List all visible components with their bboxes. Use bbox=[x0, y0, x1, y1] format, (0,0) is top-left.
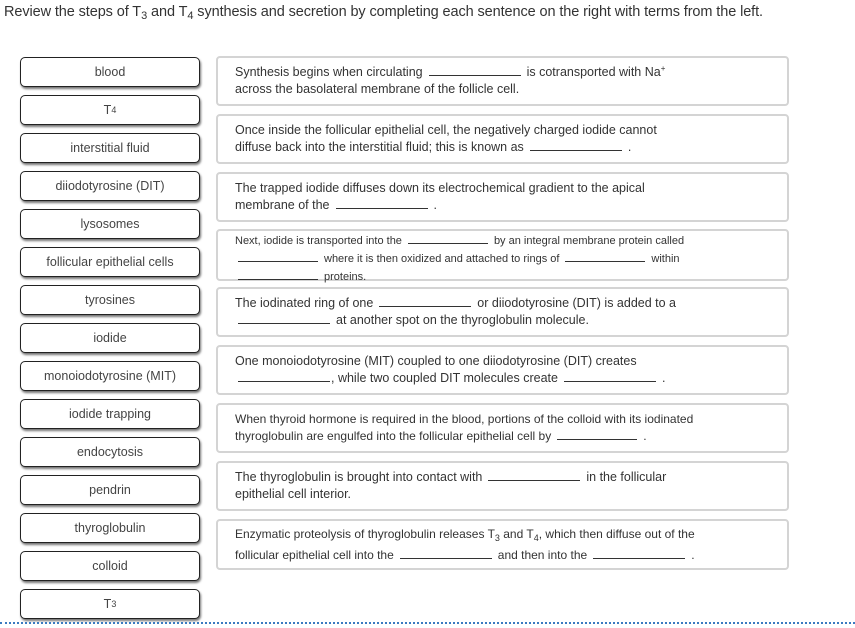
drop-blank[interactable] bbox=[593, 547, 686, 559]
statement-text: Once inside the follicular epithelial ce… bbox=[235, 123, 657, 137]
term-label: T bbox=[103, 103, 112, 117]
term-subscript: 3 bbox=[111, 599, 117, 609]
statement-text: The thyroglobulin is brought into contac… bbox=[235, 470, 483, 484]
statement-8: The thyroglobulin is brought into contac… bbox=[216, 461, 789, 511]
statement-text: membrane of the bbox=[235, 198, 330, 212]
section-divider bbox=[0, 622, 855, 624]
statement-text: Synthesis begins when circulating bbox=[235, 65, 423, 79]
statement-text: and then into the bbox=[497, 547, 588, 562]
statement-text: epithelial cell interior. bbox=[235, 487, 352, 501]
term-label: diiodotyrosine (DIT) bbox=[55, 179, 165, 193]
drop-blank[interactable] bbox=[428, 64, 521, 76]
term-label: interstitial fluid bbox=[70, 141, 150, 155]
statement-text: Next, iodide is transported into the bbox=[235, 235, 402, 247]
term-endocytosis[interactable]: endocytosis bbox=[20, 437, 200, 467]
statement-text: Enzymatic proteolysis of thyroglobulin r… bbox=[235, 526, 495, 541]
drop-blank[interactable] bbox=[557, 428, 638, 440]
term-label: colloid bbox=[92, 559, 128, 573]
statement-text: diffuse back into the interstitial fluid… bbox=[235, 140, 524, 154]
drop-blank[interactable] bbox=[565, 250, 646, 262]
term-label: thyroglobulin bbox=[74, 521, 146, 535]
term-pendrin[interactable]: pendrin bbox=[20, 475, 200, 505]
drop-blank[interactable] bbox=[488, 469, 581, 481]
term-label: lysosomes bbox=[80, 217, 140, 231]
drop-blank[interactable] bbox=[238, 312, 330, 324]
statement-text: One monoiodotyrosine (MIT) coupled to on… bbox=[235, 354, 637, 368]
drop-blank[interactable] bbox=[529, 139, 622, 151]
statement-1: Synthesis begins when circulating is cotr… bbox=[216, 56, 789, 106]
term-lysosomes[interactable]: lysosomes bbox=[20, 209, 200, 239]
term-colloid[interactable]: colloid bbox=[20, 551, 200, 581]
term-diiodotyrosine[interactable]: diiodotyrosine (DIT) bbox=[20, 171, 200, 201]
statement-4: Next, iodide is transported into the by a… bbox=[216, 229, 789, 283]
term-t4[interactable]: T4 bbox=[20, 95, 200, 125]
drop-blank[interactable] bbox=[238, 268, 318, 280]
term-iodide-trapping[interactable]: iodide trapping bbox=[20, 399, 200, 429]
statement-text: by an integral membrane protein called bbox=[493, 235, 685, 247]
statement-9: Enzymatic proteolysis of thyroglobulin r… bbox=[216, 519, 789, 570]
term-interstitial-fluid[interactable]: interstitial fluid bbox=[20, 133, 200, 163]
term-monoiodotyrosine[interactable]: monoiodotyrosine (MIT) bbox=[20, 361, 200, 391]
drop-blank[interactable] bbox=[407, 232, 488, 244]
statement-text: . bbox=[691, 547, 695, 562]
statement-text: , while two coupled DIT molecules create bbox=[331, 371, 558, 385]
term-follicular-epithelial-cells[interactable]: follicular epithelial cells bbox=[20, 247, 200, 277]
term-label: blood bbox=[94, 65, 126, 79]
statement-2: Once inside the follicular epithelial ce… bbox=[216, 114, 789, 164]
statement-text: in the follicular bbox=[586, 470, 667, 484]
term-label: iodide trapping bbox=[68, 407, 151, 421]
term-tyrosines[interactable]: tyrosines bbox=[20, 285, 200, 315]
statement-7: When thyroid hormone is required in the … bbox=[216, 403, 789, 453]
statement-text: where it is then oxidized and attached t… bbox=[324, 253, 560, 265]
statement-3: The trapped iodide diffuses down its ele… bbox=[216, 172, 789, 222]
term-iodide[interactable]: iodide bbox=[20, 323, 200, 353]
statement-text: . bbox=[661, 371, 666, 385]
term-label: tyrosines bbox=[84, 293, 136, 307]
term-label: monoiodotyrosine (MIT) bbox=[44, 369, 176, 383]
instructions-text: and T bbox=[147, 4, 188, 20]
statement-text: is cotransported with Na bbox=[526, 65, 661, 79]
term-thyroglobulin[interactable]: thyroglobulin bbox=[20, 513, 200, 543]
term-subscript: 4 bbox=[111, 105, 117, 115]
term-t3[interactable]: T3 bbox=[20, 589, 200, 619]
statement-text: at another spot on the thyroglobulin mol… bbox=[336, 313, 589, 327]
statement-6: One monoiodotyrosine (MIT) coupled to on… bbox=[216, 345, 789, 395]
statement-text: . bbox=[643, 429, 647, 443]
term-label: follicular epithelial cells bbox=[46, 255, 174, 269]
statement-text: within bbox=[651, 253, 680, 265]
statement-text: across the basolateral membrane of the f… bbox=[235, 82, 520, 96]
statement-text: proteins. bbox=[324, 271, 367, 283]
instructions-text: synthesis and secretion by completing ea… bbox=[193, 4, 763, 20]
term-label: pendrin bbox=[89, 483, 131, 497]
statement-5: The iodinated ring of one or diiodotyrosi… bbox=[216, 287, 789, 337]
statement-text: and T bbox=[499, 526, 534, 541]
instructions-text: Review the steps of T bbox=[4, 4, 142, 20]
statement-text: thyroglobulin are engulfed into the foll… bbox=[235, 429, 552, 443]
term-label: T bbox=[103, 597, 112, 611]
term-label: endocytosis bbox=[76, 445, 143, 459]
drop-blank[interactable] bbox=[335, 197, 428, 209]
drop-blank[interactable] bbox=[379, 295, 472, 307]
drop-blank[interactable] bbox=[399, 547, 492, 559]
drop-blank[interactable] bbox=[563, 370, 656, 382]
statement-text: The iodinated ring of one bbox=[235, 296, 374, 310]
statement-text: follicular epithelial cell into the bbox=[235, 547, 394, 562]
instructions: Review the steps of T3 and T4 synthesis … bbox=[4, 4, 763, 22]
statement-text: When thyroid hormone is required in the … bbox=[235, 412, 694, 426]
superscript: + bbox=[660, 64, 666, 73]
drop-blank[interactable] bbox=[238, 370, 330, 382]
statement-text: or diiodotyrosine (DIT) is added to a bbox=[477, 296, 677, 310]
statement-text: , which then diffuse out of the bbox=[538, 526, 695, 541]
drop-blank[interactable] bbox=[238, 250, 318, 262]
statement-text: . bbox=[433, 198, 437, 212]
term-blood[interactable]: blood bbox=[20, 57, 200, 87]
statement-text: The trapped iodide diffuses down its ele… bbox=[235, 181, 645, 195]
statement-text: . bbox=[627, 140, 632, 154]
term-label: iodide bbox=[93, 331, 127, 345]
